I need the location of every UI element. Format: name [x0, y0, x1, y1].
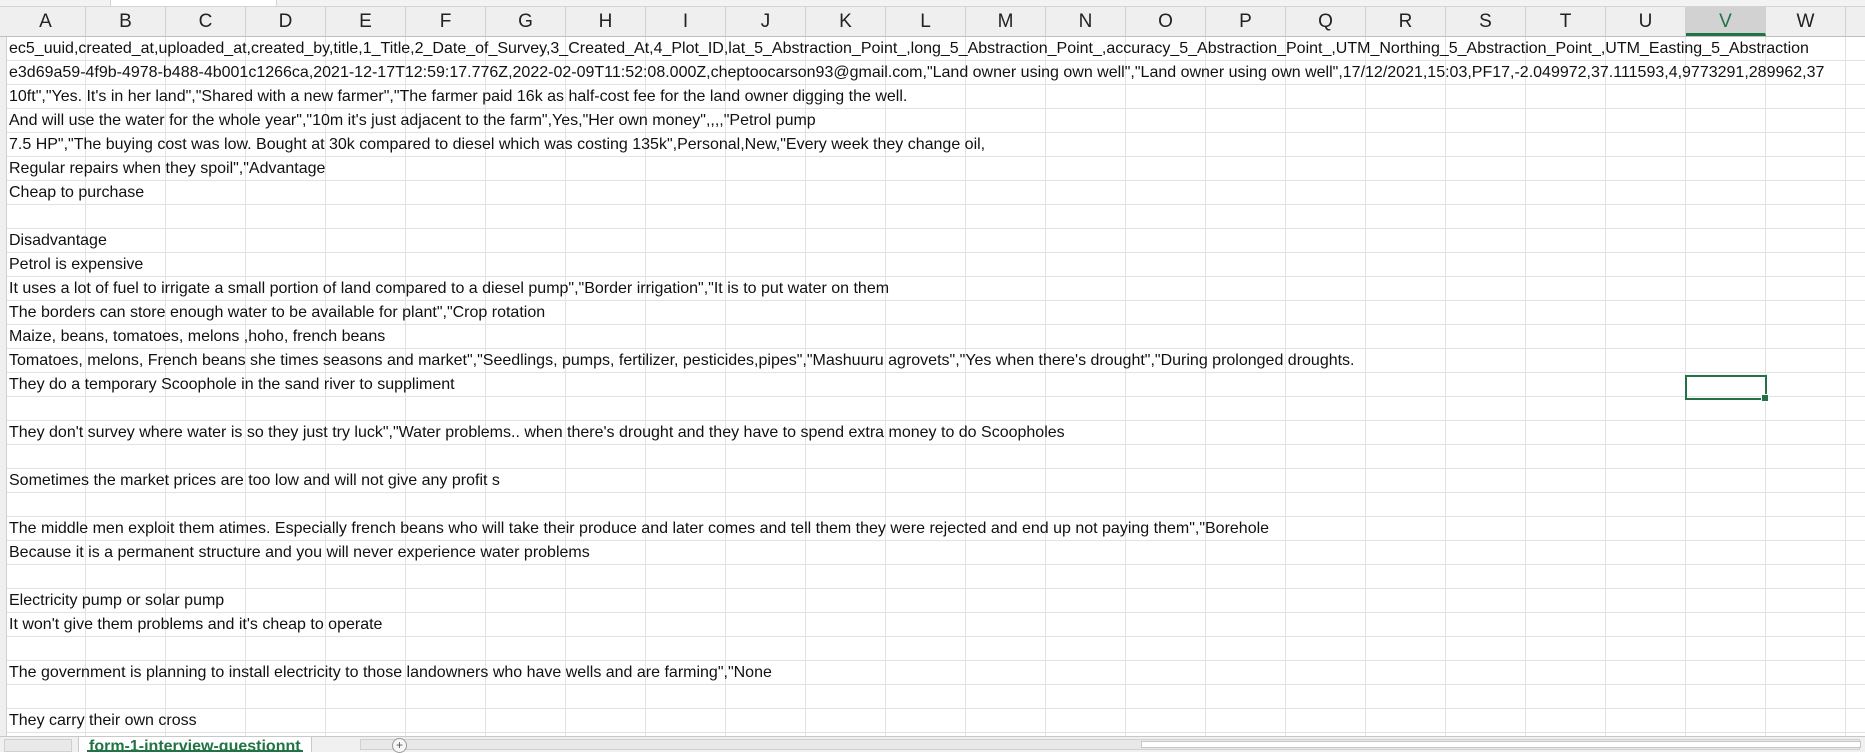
column-header-l[interactable]: L: [886, 7, 966, 36]
cell-a-text[interactable]: Maize, beans, tomatoes, melons ,hoho, fr…: [9, 325, 385, 348]
table-row: The middle men exploit them atimes. Espe…: [0, 517, 1865, 541]
column-header-h[interactable]: H: [566, 7, 646, 36]
active-cell[interactable]: [1685, 375, 1769, 402]
cell-a-text[interactable]: They don't survey where water is so they…: [9, 421, 1065, 444]
table-row: [0, 565, 1865, 589]
table-row: [0, 397, 1865, 421]
table-row: The government is planning to install el…: [0, 661, 1865, 685]
table-row: Petrol is expensive: [0, 253, 1865, 277]
table-row: It uses a lot of fuel to irrigate a smal…: [0, 277, 1865, 301]
column-header-w[interactable]: W: [1766, 7, 1846, 36]
table-row: 10ft","Yes. It's in her land","Shared wi…: [0, 85, 1865, 109]
column-header-v[interactable]: V: [1686, 7, 1766, 36]
row-header-edge: [0, 37, 7, 736]
column-header-p[interactable]: P: [1206, 7, 1286, 36]
column-header-b[interactable]: B: [86, 7, 166, 36]
column-header-k[interactable]: K: [806, 7, 886, 36]
table-row: ec5_uuid,created_at,uploaded_at,created_…: [0, 37, 1865, 61]
horizontal-scroll-thumb[interactable]: [1141, 741, 1861, 748]
table-row: Cheap to purchase: [0, 181, 1865, 205]
column-header-t[interactable]: T: [1526, 7, 1606, 36]
table-row: Tomatoes, melons, French beans she times…: [0, 349, 1865, 373]
table-row: [0, 445, 1865, 469]
cell-a-text[interactable]: The borders can store enough water to be…: [9, 301, 545, 324]
horizontal-scrollbar[interactable]: [360, 739, 1861, 750]
table-row: e3d69a59-4f9b-4978-b488-4b001c1266ca,202…: [0, 61, 1865, 85]
cell-a-text[interactable]: They carry their own cross: [9, 709, 197, 732]
cell-a-text[interactable]: It won't give them problems and it's che…: [9, 613, 382, 636]
table-row: [0, 637, 1865, 661]
table-row: [0, 493, 1865, 517]
column-header-s[interactable]: S: [1446, 7, 1526, 36]
table-row: Maize, beans, tomatoes, melons ,hoho, fr…: [0, 325, 1865, 349]
sheet-nav-arrows[interactable]: [4, 739, 72, 752]
table-row: And will use the water for the whole yea…: [0, 109, 1865, 133]
cell-a-text[interactable]: It uses a lot of fuel to irrigate a smal…: [9, 277, 889, 300]
cell-a-text[interactable]: 10ft","Yes. It's in her land","Shared wi…: [9, 85, 907, 108]
sheet-tab-active[interactable]: form-1-interview-questionnt: [78, 737, 312, 752]
cell-a-text[interactable]: Disadvantage: [9, 229, 107, 252]
table-row: 7.5 HP","The buying cost was low. Bought…: [0, 133, 1865, 157]
column-header-m[interactable]: M: [966, 7, 1046, 36]
cell-a-text[interactable]: Cheap to purchase: [9, 181, 144, 204]
column-header-q[interactable]: Q: [1286, 7, 1366, 36]
cell-a-text[interactable]: The middle men exploit them atimes. Espe…: [9, 517, 1269, 540]
cell-a-text[interactable]: ec5_uuid,created_at,uploaded_at,created_…: [9, 37, 1809, 60]
cell-a-text[interactable]: The government is planning to install el…: [9, 661, 772, 684]
cell-a-text[interactable]: Sometimes the market prices are too low …: [9, 469, 500, 492]
cell-a-text[interactable]: Regular repairs when they spoil","Advant…: [9, 157, 325, 180]
column-header-d[interactable]: D: [246, 7, 326, 36]
column-header-c[interactable]: C: [166, 7, 246, 36]
table-row: The borders can store enough water to be…: [0, 301, 1865, 325]
column-header-g[interactable]: G: [486, 7, 566, 36]
column-header-i[interactable]: I: [646, 7, 726, 36]
column-header-f[interactable]: F: [406, 7, 486, 36]
column-header-e[interactable]: E: [326, 7, 406, 36]
table-row: Because it is a permanent structure and …: [0, 541, 1865, 565]
ribbon-edge: [0, 0, 1865, 7]
cell-a-text[interactable]: They do a temporary Scoophole in the san…: [9, 373, 455, 396]
window-tab-stub: [110, 0, 277, 6]
cell-grid[interactable]: ec5_uuid,created_at,uploaded_at,created_…: [0, 37, 1865, 736]
sheet-tab-bar: form-1-interview-questionnt +: [0, 736, 1865, 753]
column-header-o[interactable]: O: [1126, 7, 1206, 36]
cell-a-text[interactable]: Tomatoes, melons, French beans she times…: [9, 349, 1355, 372]
table-row: They don't survey where water is so they…: [0, 421, 1865, 445]
table-row: Sometimes the market prices are too low …: [0, 469, 1865, 493]
cell-a-text[interactable]: Because it is a permanent structure and …: [9, 541, 590, 564]
table-row: Disadvantage: [0, 229, 1865, 253]
column-header-r[interactable]: R: [1366, 7, 1446, 36]
column-header-j[interactable]: J: [726, 7, 806, 36]
cell-a-text[interactable]: Electricity pump or solar pump: [9, 589, 224, 612]
table-row: Regular repairs when they spoil","Advant…: [0, 157, 1865, 181]
cell-a-text[interactable]: Petrol is expensive: [9, 253, 143, 276]
table-row: [0, 205, 1865, 229]
cell-a-text[interactable]: 7.5 HP","The buying cost was low. Bought…: [9, 133, 985, 156]
column-header-a[interactable]: A: [6, 7, 86, 36]
table-row: It won't give them problems and it's che…: [0, 613, 1865, 637]
column-header-bar: ABCDEFGHIJKLMNOPQRSTUVW: [0, 7, 1865, 37]
column-header-u[interactable]: U: [1606, 7, 1686, 36]
cell-a-text[interactable]: And will use the water for the whole yea…: [9, 109, 816, 132]
table-row: Electricity pump or solar pump: [0, 589, 1865, 613]
table-row: They do a temporary Scoophole in the san…: [0, 373, 1865, 397]
table-row: They carry their own cross: [0, 709, 1865, 733]
fill-handle[interactable]: [1761, 394, 1769, 402]
column-header-n[interactable]: N: [1046, 7, 1126, 36]
cell-a-text[interactable]: e3d69a59-4f9b-4978-b488-4b001c1266ca,202…: [9, 61, 1824, 84]
table-row: [0, 685, 1865, 709]
